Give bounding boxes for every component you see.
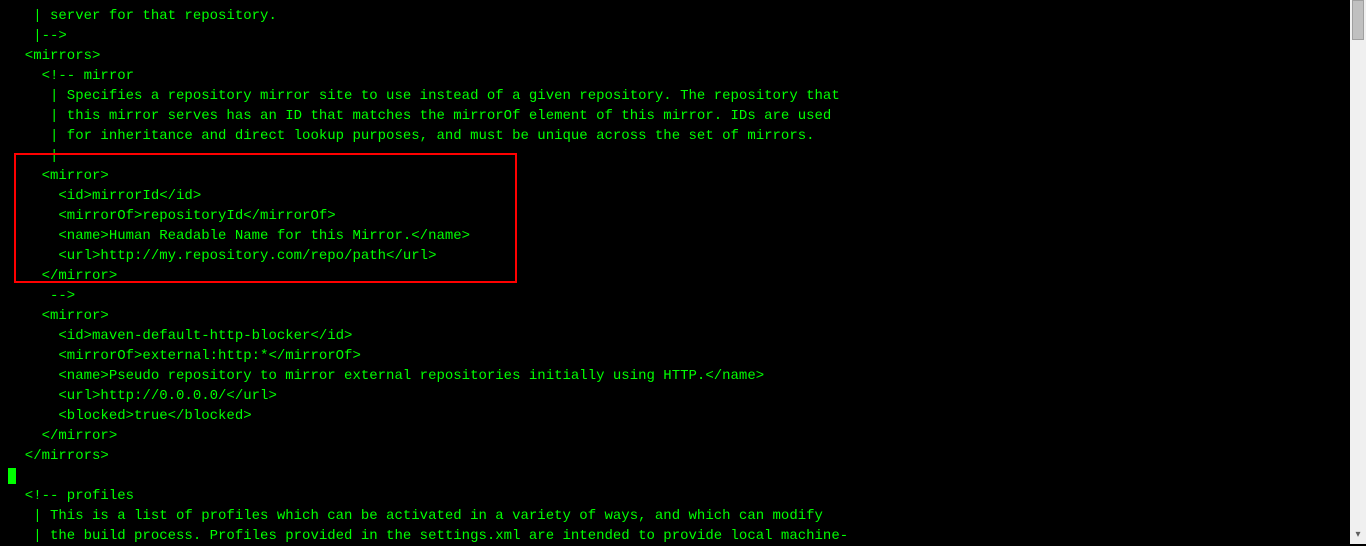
terminal-line: </mirrors>: [8, 446, 1366, 466]
terminal-line: <!-- profiles: [8, 486, 1366, 506]
terminal-line: |: [8, 146, 1366, 166]
terminal-line: <mirrorOf>repositoryId</mirrorOf>: [8, 206, 1366, 226]
terminal-line: <!-- mirror: [8, 66, 1366, 86]
terminal-line: <name>Human Readable Name for this Mirro…: [8, 226, 1366, 246]
terminal-line: | This is a list of profiles which can b…: [8, 506, 1366, 526]
terminal-line: <id>mirrorId</id>: [8, 186, 1366, 206]
terminal-line: |-->: [8, 26, 1366, 46]
terminal-line: </mirror>: [8, 426, 1366, 446]
terminal-line: <mirror>: [8, 306, 1366, 326]
vertical-scrollbar[interactable]: ▴ ▾: [1350, 0, 1366, 544]
terminal-line: | for inheritance and direct lookup purp…: [8, 126, 1366, 146]
scrollbar-thumb[interactable]: [1352, 0, 1364, 40]
terminal-line: | the build process. Profiles provided i…: [8, 526, 1366, 546]
terminal-line: | server for that repository.: [8, 6, 1366, 26]
terminal-line: <id>maven-default-http-blocker</id>: [8, 326, 1366, 346]
terminal-line: <blocked>true</blocked>: [8, 406, 1366, 426]
terminal-line: -->: [8, 286, 1366, 306]
terminal-line: [8, 466, 1366, 486]
terminal-line: | this mirror serves has an ID that matc…: [8, 106, 1366, 126]
scroll-down-arrow[interactable]: ▾: [1350, 528, 1366, 544]
text-cursor: [8, 468, 16, 484]
terminal-lines: | server for that repository. |--> <mirr…: [8, 6, 1366, 546]
terminal-line: </mirror>: [8, 266, 1366, 286]
terminal-line: <mirror>: [8, 166, 1366, 186]
terminal-viewport: | server for that repository. |--> <mirr…: [0, 0, 1366, 544]
terminal-line: <url>http://0.0.0.0/</url>: [8, 386, 1366, 406]
terminal-line: <name>Pseudo repository to mirror extern…: [8, 366, 1366, 386]
terminal-line: <mirrorOf>external:http:*</mirrorOf>: [8, 346, 1366, 366]
terminal-line: <url>http://my.repository.com/repo/path<…: [8, 246, 1366, 266]
terminal-line: <mirrors>: [8, 46, 1366, 66]
terminal-line: | Specifies a repository mirror site to …: [8, 86, 1366, 106]
